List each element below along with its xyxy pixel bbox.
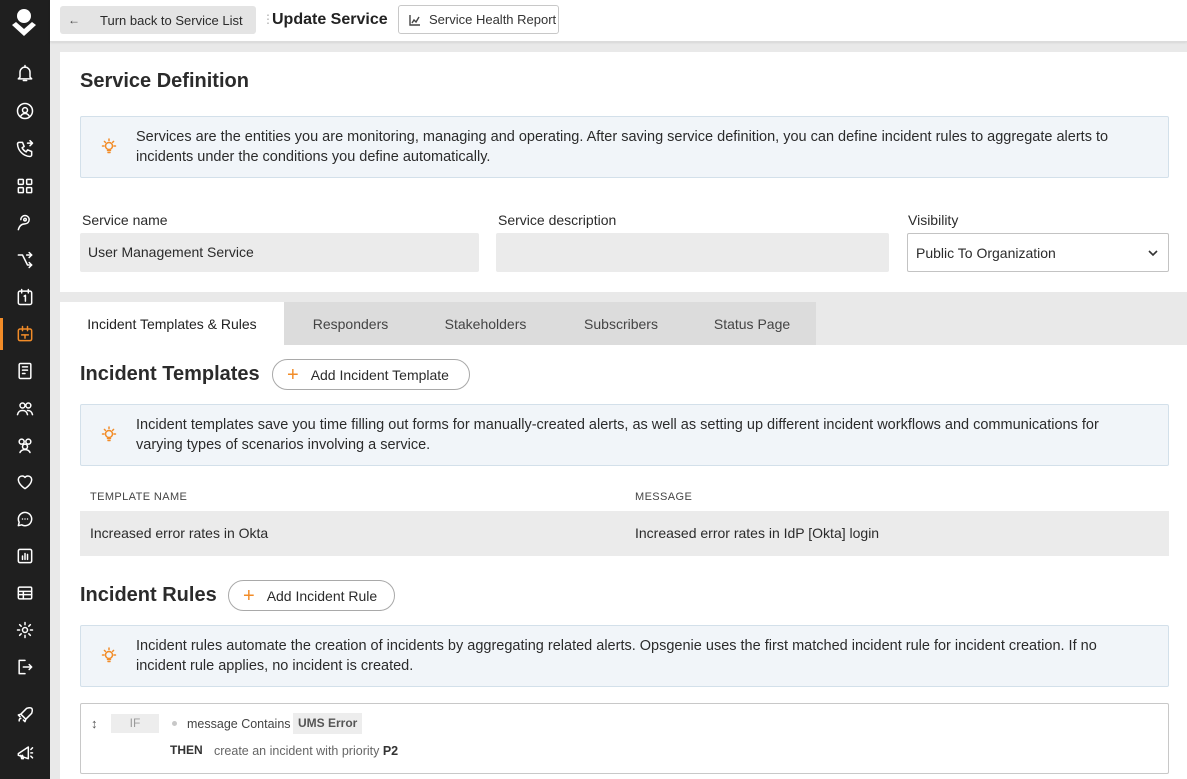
analytics-icon[interactable] (13, 544, 37, 568)
column-header-message: MESSAGE (635, 491, 693, 503)
drag-handle-icon[interactable]: ↕ (91, 716, 98, 731)
then-label: THEN (170, 743, 203, 757)
heartbeat-icon[interactable] (13, 211, 37, 235)
routing-icon[interactable] (13, 248, 37, 272)
integrations-icon[interactable] (13, 174, 37, 198)
add-incident-template-button[interactable]: + Add Incident Template (272, 359, 470, 390)
rule-condition: message Contains (187, 717, 291, 731)
table-icon[interactable] (13, 581, 37, 605)
service-definition-title: Service Definition (80, 70, 249, 92)
incident-rule-card[interactable]: ↕ IF message Contains UMS Error THEN cre… (80, 703, 1169, 774)
lightbulb-icon (100, 137, 118, 155)
if-badge: IF (111, 714, 159, 733)
tab-responders[interactable]: Responders (284, 302, 417, 345)
heart-icon[interactable] (13, 470, 37, 494)
back-to-service-list-button[interactable]: ← Turn back to Service List (60, 6, 256, 34)
users-icon[interactable] (13, 433, 37, 457)
column-header-template-name: TEMPLATE NAME (90, 491, 188, 503)
incident-templates-title: Incident Templates (80, 363, 260, 385)
add-incident-rule-label: Add Incident Rule (266, 587, 378, 604)
visibility-select[interactable]: Public To Organization (907, 233, 1169, 272)
service-definition-card: Service Definition Services are the enti… (60, 52, 1187, 292)
tab-stakeholders[interactable]: Stakeholders (417, 302, 554, 345)
template-message-cell: Increased error rates in IdP [Okta] logi… (635, 525, 880, 541)
settings-icon[interactable] (13, 618, 37, 642)
phone-forward-icon[interactable] (13, 137, 37, 161)
incident-templates-info: Incident templates save you time filling… (80, 404, 1169, 466)
page-title: Update Service (272, 11, 388, 28)
tab-incident-templates-rules[interactable]: Incident Templates & Rules (60, 302, 284, 345)
services-icon[interactable] (13, 322, 37, 346)
rule-condition-value: UMS Error (293, 713, 363, 734)
rule-priority: P2 (382, 744, 399, 758)
service-name-input[interactable]: User Management Service (80, 233, 479, 272)
teams-icon[interactable] (13, 396, 37, 420)
table-row[interactable]: Increased error rates in Okta Increased … (80, 511, 1169, 556)
lightbulb-icon (100, 425, 118, 443)
health-report-label: Service Health Report (429, 12, 557, 27)
chat-icon[interactable] (13, 507, 37, 531)
template-name-cell: Increased error rates in Okta (90, 525, 269, 541)
service-description-label: Service description (498, 212, 617, 228)
rule-action: create an incident with priority P2 (214, 744, 398, 758)
at-sign-icon[interactable] (13, 99, 37, 123)
logout-icon[interactable] (13, 655, 37, 679)
service-definition-info-text: Services are the entities you are monito… (136, 129, 1109, 165)
megaphone-icon[interactable] (13, 740, 37, 764)
bell-icon[interactable] (13, 61, 37, 85)
visibility-label: Visibility (908, 212, 959, 228)
lightbulb-icon (100, 646, 118, 664)
runbook-icon[interactable] (13, 359, 37, 383)
incident-panel: Incident Templates + Add Incident Templa… (60, 345, 1187, 779)
incident-templates-info-text: Incident templates save you time filling… (136, 417, 1099, 453)
plus-icon: + (243, 584, 255, 607)
rocket-icon[interactable] (13, 703, 37, 727)
incident-rules-info-text: Incident rules automate the creation of … (136, 638, 1097, 674)
service-name-label: Service name (82, 212, 168, 228)
chart-icon (409, 14, 420, 26)
add-incident-rule-button[interactable]: + Add Incident Rule (228, 580, 395, 611)
bullet-icon (172, 721, 177, 726)
incident-rules-info: Incident rules automate the creation of … (80, 625, 1169, 687)
active-indicator (0, 318, 3, 350)
sidebar (0, 0, 50, 779)
back-button-label: Turn back to Service List (100, 12, 243, 28)
chevron-down-icon (1147, 246, 1159, 258)
calendar-icon[interactable] (13, 285, 37, 309)
service-definition-info: Services are the entities you are monito… (80, 116, 1169, 178)
top-bar: ← Turn back to Service List ⋮ Update Ser… (50, 0, 1187, 42)
visibility-value: Public To Organization (916, 245, 1056, 261)
service-health-report-button[interactable]: Service Health Report (398, 5, 559, 34)
add-incident-template-label: Add Incident Template (310, 366, 449, 383)
service-tabs: Incident Templates & Rules Responders St… (60, 302, 816, 345)
service-description-input[interactable] (496, 233, 889, 272)
tab-subscribers[interactable]: Subscribers (554, 302, 688, 345)
arrow-left-icon: ← (68, 13, 80, 27)
tab-status-page[interactable]: Status Page (688, 302, 816, 345)
rule-action-text: create an incident with priority (214, 744, 380, 758)
app-logo-icon[interactable] (8, 6, 40, 38)
incident-rules-title: Incident Rules (80, 584, 217, 606)
plus-icon: + (287, 363, 299, 386)
